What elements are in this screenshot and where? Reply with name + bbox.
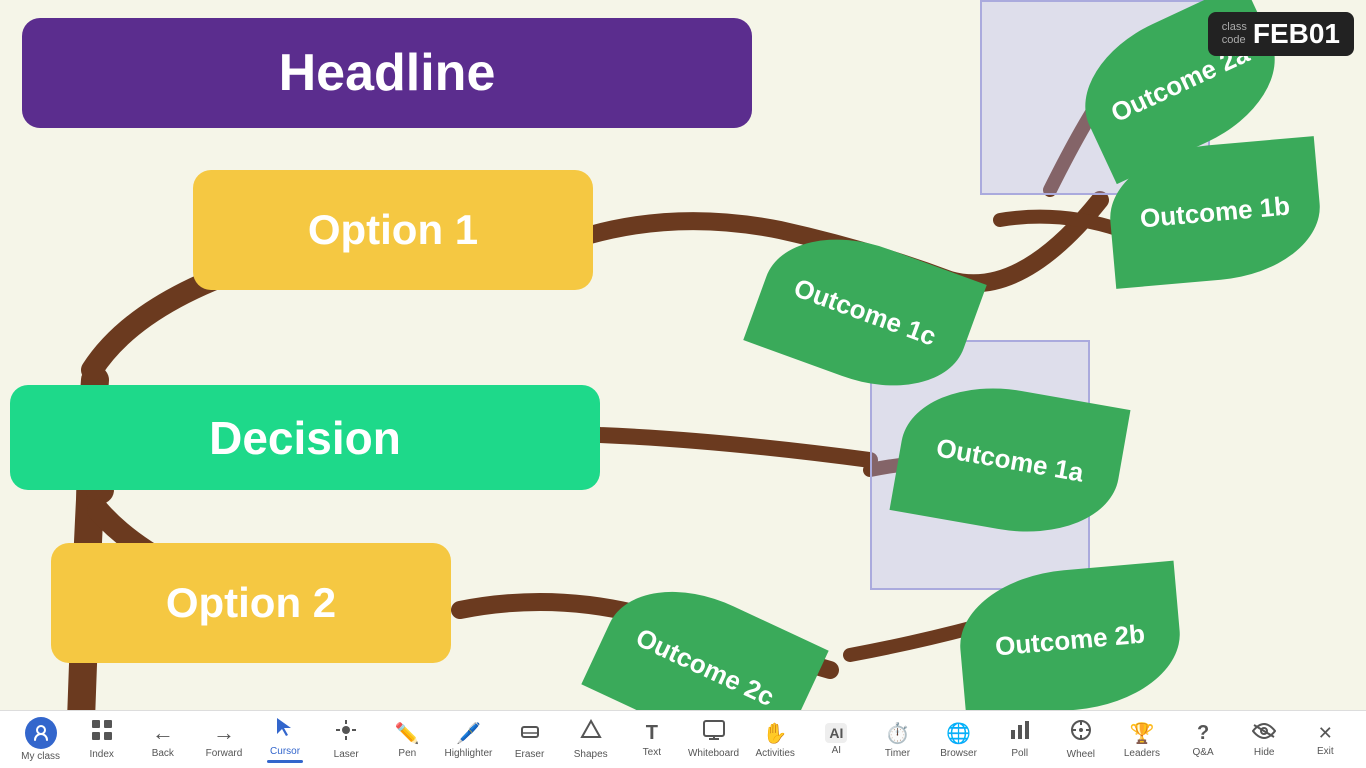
index-icon bbox=[91, 719, 113, 747]
forward-icon: → bbox=[213, 720, 235, 746]
class-code-label: classcode bbox=[1222, 21, 1247, 47]
cursor-icon bbox=[275, 716, 295, 744]
hide-label: Hide bbox=[1254, 747, 1275, 758]
option1-text: Option 1 bbox=[308, 206, 478, 254]
option2-box[interactable]: Option 2 bbox=[51, 543, 451, 663]
highlighter-label: Highlighter bbox=[445, 748, 493, 759]
ai-label: AI bbox=[832, 745, 841, 756]
outcome1c-text: Outcome 1c bbox=[790, 272, 940, 352]
text-icon: T bbox=[646, 722, 658, 745]
whiteboard-label: Whiteboard bbox=[688, 748, 739, 759]
tool-highlighter[interactable]: 🖊️ Highlighter bbox=[443, 721, 493, 759]
headline-text: Headline bbox=[279, 43, 496, 103]
laser-label: Laser bbox=[334, 749, 359, 760]
canvas: Headline Option 1 Decision Option 2 Outc… bbox=[0, 0, 1366, 710]
shapes-label: Shapes bbox=[574, 749, 608, 760]
exit-icon: ✕ bbox=[1318, 723, 1333, 744]
whiteboard-icon bbox=[703, 720, 725, 746]
tool-shapes[interactable]: Shapes bbox=[566, 719, 616, 760]
tool-leaders[interactable]: 🏆 Leaders bbox=[1117, 721, 1167, 759]
tool-exit[interactable]: ✕ Exit bbox=[1300, 723, 1350, 757]
back-label: Back bbox=[152, 748, 174, 759]
class-code-value: FEB01 bbox=[1253, 18, 1340, 50]
eraser-label: Eraser bbox=[515, 749, 544, 760]
tool-timer[interactable]: ⏱️ Timer bbox=[872, 721, 922, 759]
hide-icon bbox=[1252, 722, 1276, 745]
leaf-outcome2c: Outcome 2c bbox=[581, 562, 828, 710]
exit-label: Exit bbox=[1317, 746, 1334, 757]
wheel-label: Wheel bbox=[1067, 749, 1095, 760]
timer-label: Timer bbox=[885, 748, 910, 759]
tool-back[interactable]: ← Back bbox=[138, 720, 188, 759]
eraser-icon bbox=[519, 719, 541, 747]
toolbar: My class Index ← Back → Forward Cursor L… bbox=[0, 710, 1366, 768]
highlighter-icon: 🖊️ bbox=[456, 721, 481, 746]
tool-activities[interactable]: ✋ Activities bbox=[750, 721, 800, 759]
browser-label: Browser bbox=[940, 748, 977, 759]
browser-icon: 🌐 bbox=[946, 721, 971, 746]
decision-text: Decision bbox=[209, 411, 401, 465]
forward-label: Forward bbox=[206, 748, 243, 759]
outcome1a-text: Outcome 1a bbox=[934, 432, 1086, 488]
headline-box: Headline bbox=[22, 18, 752, 128]
myclass-icon bbox=[25, 717, 57, 749]
option1-box[interactable]: Option 1 bbox=[193, 170, 593, 290]
index-label: Index bbox=[89, 749, 113, 760]
tool-qna[interactable]: ? Q&A bbox=[1178, 722, 1228, 758]
tool-text[interactable]: T Text bbox=[627, 722, 677, 758]
tool-laser[interactable]: Laser bbox=[321, 719, 371, 760]
leaders-icon: 🏆 bbox=[1130, 721, 1155, 746]
activities-icon: ✋ bbox=[763, 721, 788, 746]
outcome2b-text: Outcome 2b bbox=[994, 618, 1146, 662]
timer-icon: ⏱️ bbox=[885, 721, 910, 746]
myclass-label: My class bbox=[21, 751, 60, 762]
tool-browser[interactable]: 🌐 Browser bbox=[934, 721, 984, 759]
leaders-label: Leaders bbox=[1124, 748, 1160, 759]
tool-hide[interactable]: Hide bbox=[1239, 722, 1289, 758]
tool-wheel[interactable]: Wheel bbox=[1056, 719, 1106, 760]
wheel-icon bbox=[1070, 719, 1092, 747]
poll-label: Poll bbox=[1011, 748, 1028, 759]
poll-icon bbox=[1009, 720, 1031, 746]
leaf-outcome1c: Outcome 1c bbox=[743, 213, 987, 412]
tool-pen[interactable]: ✏️ Pen bbox=[382, 721, 432, 759]
qna-label: Q&A bbox=[1193, 747, 1214, 758]
shapes-icon bbox=[580, 719, 602, 747]
tool-poll[interactable]: Poll bbox=[995, 720, 1045, 759]
option2-text: Option 2 bbox=[166, 579, 336, 627]
ai-icon: AI bbox=[825, 723, 847, 743]
tool-eraser[interactable]: Eraser bbox=[505, 719, 555, 760]
activities-label: Activities bbox=[755, 748, 794, 759]
class-code-badge: classcode FEB01 bbox=[1208, 12, 1354, 56]
laser-icon bbox=[335, 719, 357, 747]
leaf-outcome1a: Outcome 1a bbox=[890, 372, 1131, 548]
pen-label: Pen bbox=[398, 748, 416, 759]
outcome2c-text: Outcome 2c bbox=[631, 622, 779, 710]
tool-ai[interactable]: AI AI bbox=[811, 723, 861, 756]
qna-icon: ? bbox=[1197, 722, 1209, 745]
tool-whiteboard[interactable]: Whiteboard bbox=[688, 720, 739, 759]
back-icon: ← bbox=[152, 720, 174, 746]
leaf-outcome2b: Outcome 2b bbox=[954, 561, 1185, 710]
tool-forward[interactable]: → Forward bbox=[199, 720, 249, 759]
cursor-label: Cursor bbox=[270, 746, 300, 757]
tool-cursor[interactable]: Cursor bbox=[260, 716, 310, 763]
outcome1b-text: Outcome 1b bbox=[1139, 191, 1291, 235]
text-label: Text bbox=[643, 747, 661, 758]
tool-my-class[interactable]: My class bbox=[16, 717, 66, 762]
tool-index[interactable]: Index bbox=[77, 719, 127, 760]
decision-box[interactable]: Decision bbox=[10, 385, 600, 490]
pen-icon: ✏️ bbox=[395, 721, 420, 746]
